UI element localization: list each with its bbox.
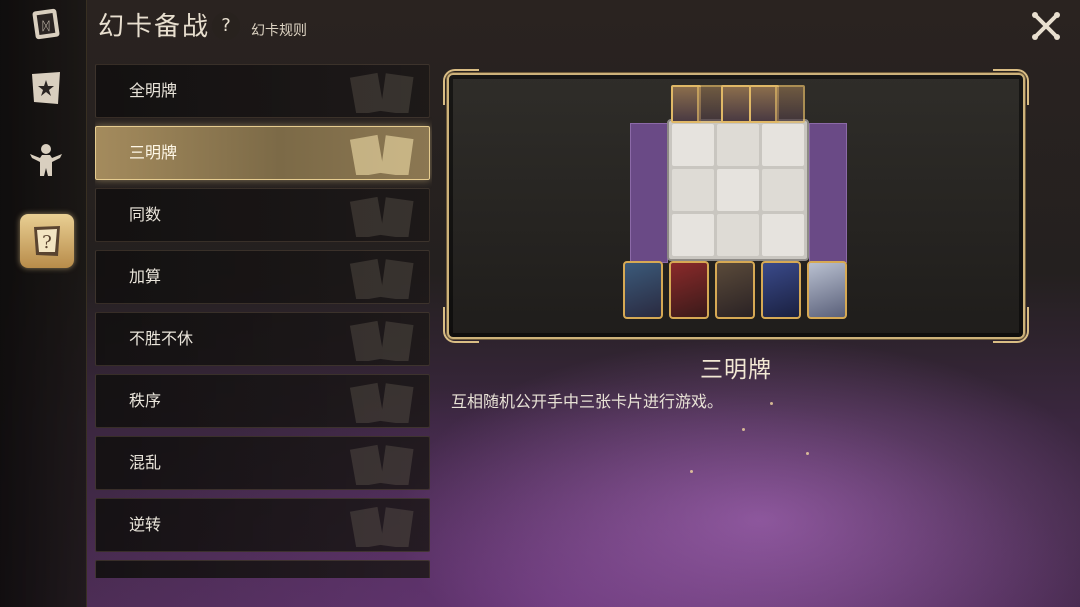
- rule-item-label: 秩序: [129, 391, 162, 410]
- board-cell: [672, 169, 714, 211]
- svg-text:?: ?: [42, 232, 52, 253]
- board-side-left: [630, 123, 668, 263]
- board-cell: [717, 124, 759, 166]
- game-board: [667, 119, 809, 261]
- frame-corner: [993, 307, 1029, 343]
- card-decoration-icon: [349, 196, 414, 237]
- board-cell: [672, 214, 714, 256]
- rule-item-label: 全明牌: [129, 81, 178, 100]
- card-decoration-icon: [349, 72, 414, 113]
- rule-item-ace-killer[interactable]: 王牌杀手: [95, 560, 430, 578]
- frame-corner: [993, 69, 1029, 105]
- close-icon: [1032, 12, 1060, 40]
- board-side-right: [809, 123, 847, 263]
- rule-item-all-open[interactable]: 全明牌: [95, 64, 430, 118]
- card-decoration-icon: [349, 382, 414, 423]
- sparkle: [806, 452, 809, 455]
- card-decoration-icon: [349, 320, 414, 361]
- star-card-icon[interactable]: [22, 64, 70, 112]
- rule-item-same[interactable]: 同数: [95, 188, 430, 242]
- hand-card: [623, 261, 663, 319]
- card-decoration-icon: [349, 506, 414, 547]
- sparkle: [742, 428, 745, 431]
- board-cell: [762, 169, 804, 211]
- page-subtitle: 幻卡规则: [251, 23, 307, 39]
- rule-item-three-open[interactable]: 三明牌: [95, 126, 430, 180]
- hand-card: [669, 261, 709, 319]
- hand-card: [715, 261, 755, 319]
- rule-item-label: 三明牌: [129, 143, 178, 162]
- rule-preview-panel: [443, 69, 1029, 343]
- card-decoration-icon: [349, 134, 414, 175]
- rule-item-reverse[interactable]: 逆转: [95, 498, 430, 552]
- close-button[interactable]: [1028, 8, 1064, 44]
- rule-item-plus[interactable]: 加算: [95, 250, 430, 304]
- card-rules-icon[interactable]: ?: [20, 214, 74, 268]
- rule-item-label: 王牌杀手: [129, 561, 193, 578]
- rule-item-label: 逆转: [129, 515, 162, 534]
- card-decoration-icon: [349, 444, 414, 485]
- rule-item-label: 不胜不休: [129, 329, 194, 348]
- character-icon[interactable]: [22, 136, 70, 184]
- board-cell: [717, 169, 759, 211]
- rule-item-sudden-death[interactable]: 不胜不休: [95, 312, 430, 366]
- hand-card: [807, 261, 847, 319]
- board-cell: [672, 124, 714, 166]
- board-cell: [717, 214, 759, 256]
- opponent-card-hidden: [775, 85, 805, 123]
- rule-detail-description: 互相随机公开手中三张卡片进行游戏。: [451, 392, 724, 411]
- sparkle: [770, 402, 773, 405]
- rule-item-label: 混乱: [129, 453, 162, 472]
- opponent-card: [721, 85, 751, 123]
- frame-corner: [443, 307, 479, 343]
- page-title: 幻卡备战: [98, 12, 211, 42]
- rule-item-label: 加算: [129, 267, 162, 286]
- sparkle: [690, 470, 693, 473]
- side-nav: ᛞ ?: [0, 0, 87, 607]
- board-cell: [762, 214, 804, 256]
- hand-card: [761, 261, 801, 319]
- frame-corner: [443, 69, 479, 105]
- card-decoration-icon: [349, 258, 414, 299]
- rule-list: 全明牌 三明牌 同数 加算 不胜不休 秩序 混乱 逆转 王牌杀手: [95, 64, 432, 578]
- svg-text:ᛞ: ᛞ: [42, 19, 49, 33]
- rule-item-label: 同数: [129, 205, 162, 224]
- rule-detail-title: 三明牌: [700, 357, 772, 383]
- rule-item-order[interactable]: 秩序: [95, 374, 430, 428]
- help-button[interactable]: ?: [212, 12, 240, 40]
- card-deck-icon[interactable]: ᛞ: [22, 0, 70, 48]
- rule-item-chaos[interactable]: 混乱: [95, 436, 430, 490]
- board-cell: [762, 124, 804, 166]
